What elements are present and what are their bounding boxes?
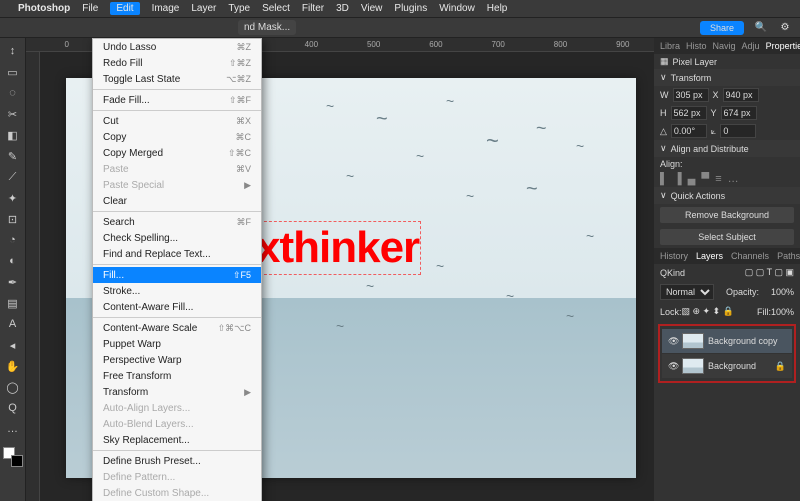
options-mask-button[interactable]: nd Mask... xyxy=(238,20,296,35)
layer-name: Background xyxy=(708,361,756,371)
gear-icon[interactable]: ⚙ xyxy=(778,21,792,35)
menu-item[interactable]: Transform▶ xyxy=(93,384,261,400)
tool-ellipse[interactable]: ◯ xyxy=(3,378,23,396)
tool-eyedropper[interactable]: ✎ xyxy=(3,147,23,165)
menu-type[interactable]: Type xyxy=(228,3,250,14)
menu-image[interactable]: Image xyxy=(152,3,180,14)
menu-edit[interactable]: Edit xyxy=(110,2,139,15)
menu-item[interactable]: Fill...⇧F5 xyxy=(93,267,261,283)
menu-item: Define Custom Shape... xyxy=(93,485,261,501)
options-bar: nd Mask... Share 🔍 ⚙ xyxy=(0,18,800,38)
skew-field[interactable] xyxy=(720,124,756,138)
angle-field[interactable] xyxy=(671,124,707,138)
color-swatches[interactable] xyxy=(3,447,23,467)
menu-item[interactable]: Define Brush Preset... xyxy=(93,453,261,469)
menu-item[interactable]: Search⌘F xyxy=(93,214,261,230)
visibility-icon[interactable]: 👁 xyxy=(668,361,678,372)
menu-item: Define Pattern... xyxy=(93,469,261,485)
tool-brush[interactable]: ⟋ xyxy=(3,168,23,186)
tool-path[interactable]: ▤ xyxy=(3,294,23,312)
transform-section[interactable]: ∨Transform xyxy=(654,69,800,86)
menu-item[interactable]: Redo Fill⇧⌘Z xyxy=(93,55,261,71)
menu-item[interactable]: Check Spelling... xyxy=(93,230,261,246)
menu-item[interactable]: Puppet Warp xyxy=(93,336,261,352)
menu-select[interactable]: Select xyxy=(262,3,290,14)
menu-item[interactable]: Clear xyxy=(93,193,261,209)
menu-item[interactable]: Content-Aware Fill... xyxy=(93,299,261,315)
menu-layer[interactable]: Layer xyxy=(191,3,216,14)
tool-zoom[interactable]: Q xyxy=(3,399,23,417)
select-subject-button[interactable]: Select Subject xyxy=(660,229,794,245)
menu-filter[interactable]: Filter xyxy=(302,3,324,14)
app-name: Photoshop xyxy=(18,3,70,14)
menu-item: Paste⌘V xyxy=(93,161,261,177)
tool-move[interactable]: ↕ xyxy=(3,42,23,60)
tool-marquee[interactable]: ▭ xyxy=(3,63,23,81)
menu-item[interactable]: Fade Fill...⇧⌘F xyxy=(93,92,261,108)
menu-item: Auto-Align Layers... xyxy=(93,400,261,416)
menu-item[interactable]: Undo Lasso⌘Z xyxy=(93,39,261,55)
layer-type-indicator: ▦ Pixel Layer xyxy=(654,54,800,69)
height-field[interactable] xyxy=(671,106,707,120)
width-field[interactable] xyxy=(673,88,709,102)
x-field[interactable] xyxy=(723,88,759,102)
remove-background-button[interactable]: Remove Background xyxy=(660,207,794,223)
tool-type[interactable]: A xyxy=(3,315,23,333)
y-field[interactable] xyxy=(721,106,757,120)
menu-item[interactable]: Find and Replace Text... xyxy=(93,246,261,262)
menu-item[interactable]: Copy⌘C xyxy=(93,129,261,145)
tool-pen[interactable]: ✒ xyxy=(3,273,23,291)
visibility-icon[interactable]: 👁 xyxy=(668,336,678,347)
layer-name: Background copy xyxy=(708,336,778,346)
right-panels: Libra Histo Navig Adju Properties ▦ Pixe… xyxy=(654,38,800,501)
layer-thumb xyxy=(682,333,704,349)
tool-frame[interactable]: ◧ xyxy=(3,126,23,144)
menu-window[interactable]: Window xyxy=(439,3,475,14)
layer-row-bg-copy[interactable]: 👁 Background copy xyxy=(662,329,792,353)
share-button[interactable]: Share xyxy=(700,21,744,35)
canvas-area: 0100200300400500600700800900 ~ ~ ~ ~ ~ ~… xyxy=(26,38,654,501)
align-buttons[interactable]: ▌▐▄▀≡… xyxy=(654,171,800,187)
blend-mode-select[interactable]: Normal xyxy=(660,284,714,300)
tool-crop[interactable]: ✂ xyxy=(3,105,23,123)
layers-tabs[interactable]: History Layers Channels Paths xyxy=(654,248,800,264)
layer-thumb xyxy=(682,358,704,374)
menu-item[interactable]: Stroke... xyxy=(93,283,261,299)
tool-stamp[interactable]: ⊡ xyxy=(3,210,23,228)
menu-item: Auto-Blend Layers... xyxy=(93,416,261,432)
menu-item[interactable]: Toggle Last State⌥⌘Z xyxy=(93,71,261,87)
menu-3d[interactable]: 3D xyxy=(336,3,349,14)
menu-item[interactable]: Perspective Warp xyxy=(93,352,261,368)
lock-icon: 🔒 xyxy=(775,361,786,372)
layers-highlight: 👁 Background copy 👁 Background 🔒 xyxy=(658,324,796,383)
tool-hand[interactable]: ✋ xyxy=(3,357,23,375)
tool-gradient[interactable]: ◐ xyxy=(3,252,23,270)
menu-item[interactable]: Content-Aware Scale⇧⌘⌥C xyxy=(93,320,261,336)
layer-row-bg[interactable]: 👁 Background 🔒 xyxy=(662,354,792,378)
menubar: Photoshop File Edit Image Layer Type Sel… xyxy=(0,0,800,18)
watermark-text: xthinker xyxy=(256,223,419,273)
tool-healing[interactable]: ✦ xyxy=(3,189,23,207)
properties-tabs[interactable]: Libra Histo Navig Adju Properties xyxy=(654,38,800,54)
tool-shape[interactable]: ◂ xyxy=(3,336,23,354)
menu-plugins[interactable]: Plugins xyxy=(394,3,427,14)
menu-item[interactable]: Free Transform xyxy=(93,368,261,384)
pixel-layer-icon: ▦ xyxy=(660,56,669,67)
ruler-vertical xyxy=(26,52,40,501)
search-icon[interactable]: 🔍 xyxy=(754,21,768,35)
menu-item[interactable]: Sky Replacement... xyxy=(93,432,261,448)
left-toolbar: ↕ ▭ ◌ ✂ ◧ ✎ ⟋ ✦ ⊡ ◔ ◐ ✒ ▤ A ◂ ✋ ◯ Q … xyxy=(0,38,26,501)
menu-view[interactable]: View xyxy=(361,3,383,14)
quick-actions-section[interactable]: ∨Quick Actions xyxy=(654,187,800,204)
tool-eraser[interactable]: ◔ xyxy=(3,231,23,249)
menu-help[interactable]: Help xyxy=(487,3,508,14)
menu-item[interactable]: Copy Merged⇧⌘C xyxy=(93,145,261,161)
tool-more[interactable]: … xyxy=(3,420,23,438)
menu-file[interactable]: File xyxy=(82,3,98,14)
edit-menu-dropdown[interactable]: Undo Lasso⌘ZRedo Fill⇧⌘ZToggle Last Stat… xyxy=(92,38,262,501)
menu-item: Paste Special▶ xyxy=(93,177,261,193)
align-section[interactable]: ∨Align and Distribute xyxy=(654,140,800,157)
tool-lasso[interactable]: ◌ xyxy=(3,84,23,102)
menu-item[interactable]: Cut⌘X xyxy=(93,113,261,129)
